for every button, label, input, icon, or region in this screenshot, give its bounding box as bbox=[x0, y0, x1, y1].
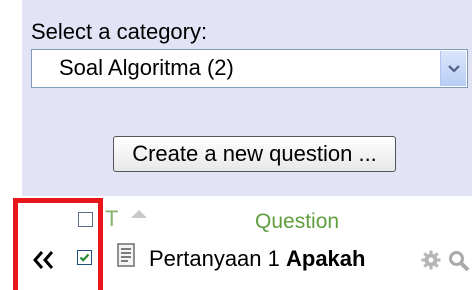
document-icon bbox=[117, 243, 135, 272]
create-question-button[interactable]: Create a new question ... bbox=[113, 136, 396, 172]
question-row-text: Pertanyaan 1 Apakah bbox=[149, 246, 365, 272]
category-label: Select a category: bbox=[31, 19, 208, 44]
chevron-down-icon[interactable] bbox=[440, 51, 466, 86]
checkmark-icon bbox=[79, 253, 90, 262]
row-checkbox[interactable] bbox=[77, 250, 92, 265]
magnifier-icon[interactable] bbox=[448, 250, 470, 277]
question-name: Pertanyaan 1 bbox=[149, 246, 280, 271]
double-chevron-left-icon[interactable] bbox=[31, 249, 57, 275]
select-all-checkbox[interactable] bbox=[78, 212, 93, 227]
gear-icon[interactable] bbox=[421, 250, 441, 275]
category-select[interactable]: Soal Algoritma (2) bbox=[31, 49, 468, 88]
question-column-header[interactable]: Question bbox=[255, 210, 339, 234]
type-column-header[interactable]: T bbox=[105, 207, 118, 231]
category-select-value: Soal Algoritma (2) bbox=[59, 55, 234, 80]
sort-ascending-icon[interactable] bbox=[130, 206, 148, 224]
question-text-bold: Apakah bbox=[286, 246, 366, 271]
